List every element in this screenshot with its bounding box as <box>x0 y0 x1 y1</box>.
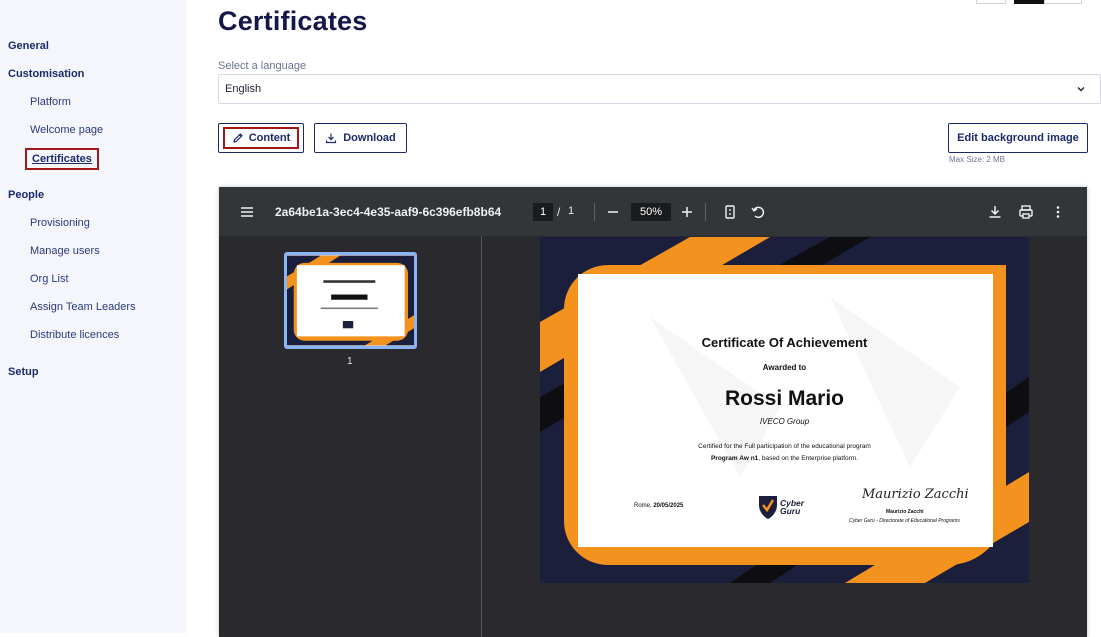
edit-background-label: Edit background image <box>957 132 1079 144</box>
logo-text-guru: Guru <box>780 506 801 516</box>
page-thumbnail[interactable] <box>284 252 417 349</box>
top-control[interactable] <box>1044 0 1082 4</box>
certificate-place: Rome, <box>634 503 654 509</box>
print-icon[interactable] <box>1018 204 1034 220</box>
shield-logo-icon <box>759 496 777 519</box>
sidebar-item-assign-team-leaders[interactable]: Assign Team Leaders <box>30 301 136 313</box>
certificate-program-line: Program Aw n1, based on the Enterprise p… <box>540 455 1029 462</box>
language-select[interactable]: English <box>218 74 1101 104</box>
content-button-label: Content <box>248 132 291 144</box>
certificate-date: 20/05/2025 <box>653 503 684 509</box>
viewer-toolbar: 2a64be1a-3ec4-4e35-aaf9-6c396efb8b64 1 /… <box>219 187 1087 236</box>
sidebar-item-org-list[interactable]: Org List <box>30 273 69 285</box>
sidebar-item-welcome-page[interactable]: Welcome page <box>30 124 103 136</box>
nav-section-setup[interactable]: Setup <box>8 366 39 378</box>
certificate-certified-line: Certified for the Full participation of … <box>698 443 871 450</box>
sidebar-item-provisioning[interactable]: Provisioning <box>30 217 90 229</box>
chevron-down-icon <box>1077 87 1085 92</box>
zoom-out-icon[interactable] <box>605 204 621 220</box>
nav-section-people[interactable]: People <box>8 189 44 201</box>
zoom-input[interactable]: 50% <box>631 203 671 221</box>
more-vertical-icon[interactable] <box>1050 204 1066 220</box>
download-button[interactable]: Download <box>314 123 407 153</box>
toolbar-divider <box>594 203 595 221</box>
total-pages: 1 <box>568 205 575 217</box>
certificate-program: Program Aw n1 <box>710 455 759 462</box>
certificate-date-line: Rome, 20/05/2025 <box>634 503 683 509</box>
download-button-label: Download <box>343 132 396 144</box>
toolbar-divider <box>705 203 706 221</box>
fit-page-icon[interactable] <box>722 204 738 220</box>
content-button[interactable]: Content <box>218 123 304 153</box>
signature: Maurizio Zacchi <box>862 487 969 502</box>
certificate-company: IVECO Group <box>759 417 810 426</box>
language-label: Select a language <box>218 60 307 72</box>
nav-section-customisation[interactable]: Customisation <box>8 68 84 80</box>
signer-role: Cyber Guru - Directorate of Educational … <box>849 518 960 524</box>
download-icon <box>326 133 337 144</box>
sidebar-item-manage-users[interactable]: Manage users <box>30 245 100 257</box>
cyber-guru-logo: Cyber Guru <box>758 493 816 521</box>
language-value: English <box>225 83 262 95</box>
thumbnail-page-number: 1 <box>347 356 353 367</box>
page-number-input[interactable]: 1 <box>533 203 553 221</box>
certificate-awarded-to: Awarded to <box>762 363 807 372</box>
rotate-icon[interactable] <box>750 204 766 220</box>
certificate-title: Certificate Of Achievement <box>701 335 868 350</box>
certificate-recipient-name: Rossi Mario <box>724 387 845 410</box>
sidebar-item-distribute-licences[interactable]: Distribute licences <box>30 329 119 341</box>
thumbnail-panel: 1 <box>219 236 482 637</box>
signer-name: Maurizio Zacchi <box>886 509 924 515</box>
page-separator: / <box>557 205 561 219</box>
zoom-in-icon[interactable] <box>679 204 695 220</box>
document-name: 2a64be1a-3ec4-4e35-aaf9-6c396efb8b64 <box>275 205 502 219</box>
max-size-hint: Max Size: 2 MB <box>949 155 1006 164</box>
sidebar-item-platform[interactable]: Platform <box>30 96 71 108</box>
top-control[interactable] <box>976 0 1006 4</box>
certificate-thumbnail-image <box>287 255 414 346</box>
main-content: Certificates Select a language English C… <box>187 0 1101 637</box>
pdf-viewer: 2a64be1a-3ec4-4e35-aaf9-6c396efb8b64 1 /… <box>219 187 1087 637</box>
edit-background-image-button[interactable]: Edit background image <box>948 123 1088 153</box>
pencil-icon <box>233 133 243 143</box>
nav-section-general[interactable]: General <box>8 40 49 52</box>
page-title: Certificates <box>218 6 368 36</box>
certificate-program-suffix: , based on the Enterprise platform. <box>758 455 859 462</box>
top-control-active[interactable] <box>1014 0 1044 4</box>
sidebar: General Customisation Platform Welcome p… <box>0 0 187 633</box>
certificate-page: Certificate Of Achievement Awarded to Ro… <box>540 237 1029 583</box>
menu-icon[interactable] <box>239 204 255 220</box>
sidebar-item-certificates[interactable]: Certificates <box>25 148 99 170</box>
download-icon[interactable] <box>987 204 1003 220</box>
